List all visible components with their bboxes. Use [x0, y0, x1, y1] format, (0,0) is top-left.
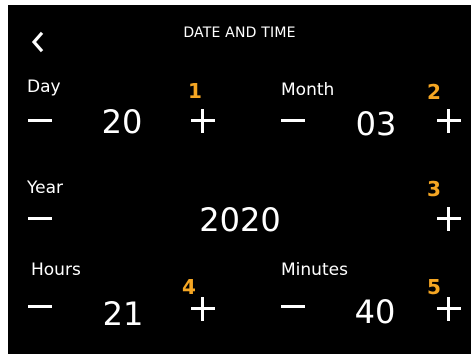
month-value: 03 — [355, 105, 397, 143]
callout-badge-4: 4 — [182, 275, 196, 299]
date-time-screen: DATE AND TIME Day 20 1 Month 03 2 Year 2… — [0, 0, 475, 359]
day-label: Day — [27, 77, 61, 97]
month-increment-button[interactable] — [437, 109, 461, 133]
minutes-label: Minutes — [281, 260, 348, 280]
month-decrement-button[interactable] — [281, 119, 305, 122]
settings-panel: DATE AND TIME Day 20 1 Month 03 2 Year 2… — [8, 5, 471, 354]
callout-badge-2: 2 — [427, 80, 441, 104]
year-label: Year — [27, 178, 63, 198]
hours-value: 21 — [102, 295, 144, 333]
year-decrement-button[interactable] — [28, 217, 52, 220]
hours-label: Hours — [31, 260, 81, 280]
day-decrement-button[interactable] — [28, 119, 52, 122]
callout-badge-3: 3 — [427, 177, 441, 201]
day-value: 20 — [101, 103, 143, 141]
year-increment-button[interactable] — [437, 207, 461, 231]
day-increment-button[interactable] — [191, 109, 215, 133]
hours-decrement-button[interactable] — [28, 305, 52, 308]
minutes-decrement-button[interactable] — [281, 305, 305, 308]
year-value: 2020 — [199, 201, 281, 239]
month-label: Month — [281, 80, 335, 100]
hours-increment-button[interactable] — [191, 297, 215, 321]
callout-badge-1: 1 — [188, 79, 202, 103]
minutes-increment-button[interactable] — [437, 297, 461, 321]
minutes-value: 40 — [354, 293, 396, 331]
page-title: DATE AND TIME — [183, 25, 296, 41]
callout-badge-5: 5 — [427, 275, 441, 299]
